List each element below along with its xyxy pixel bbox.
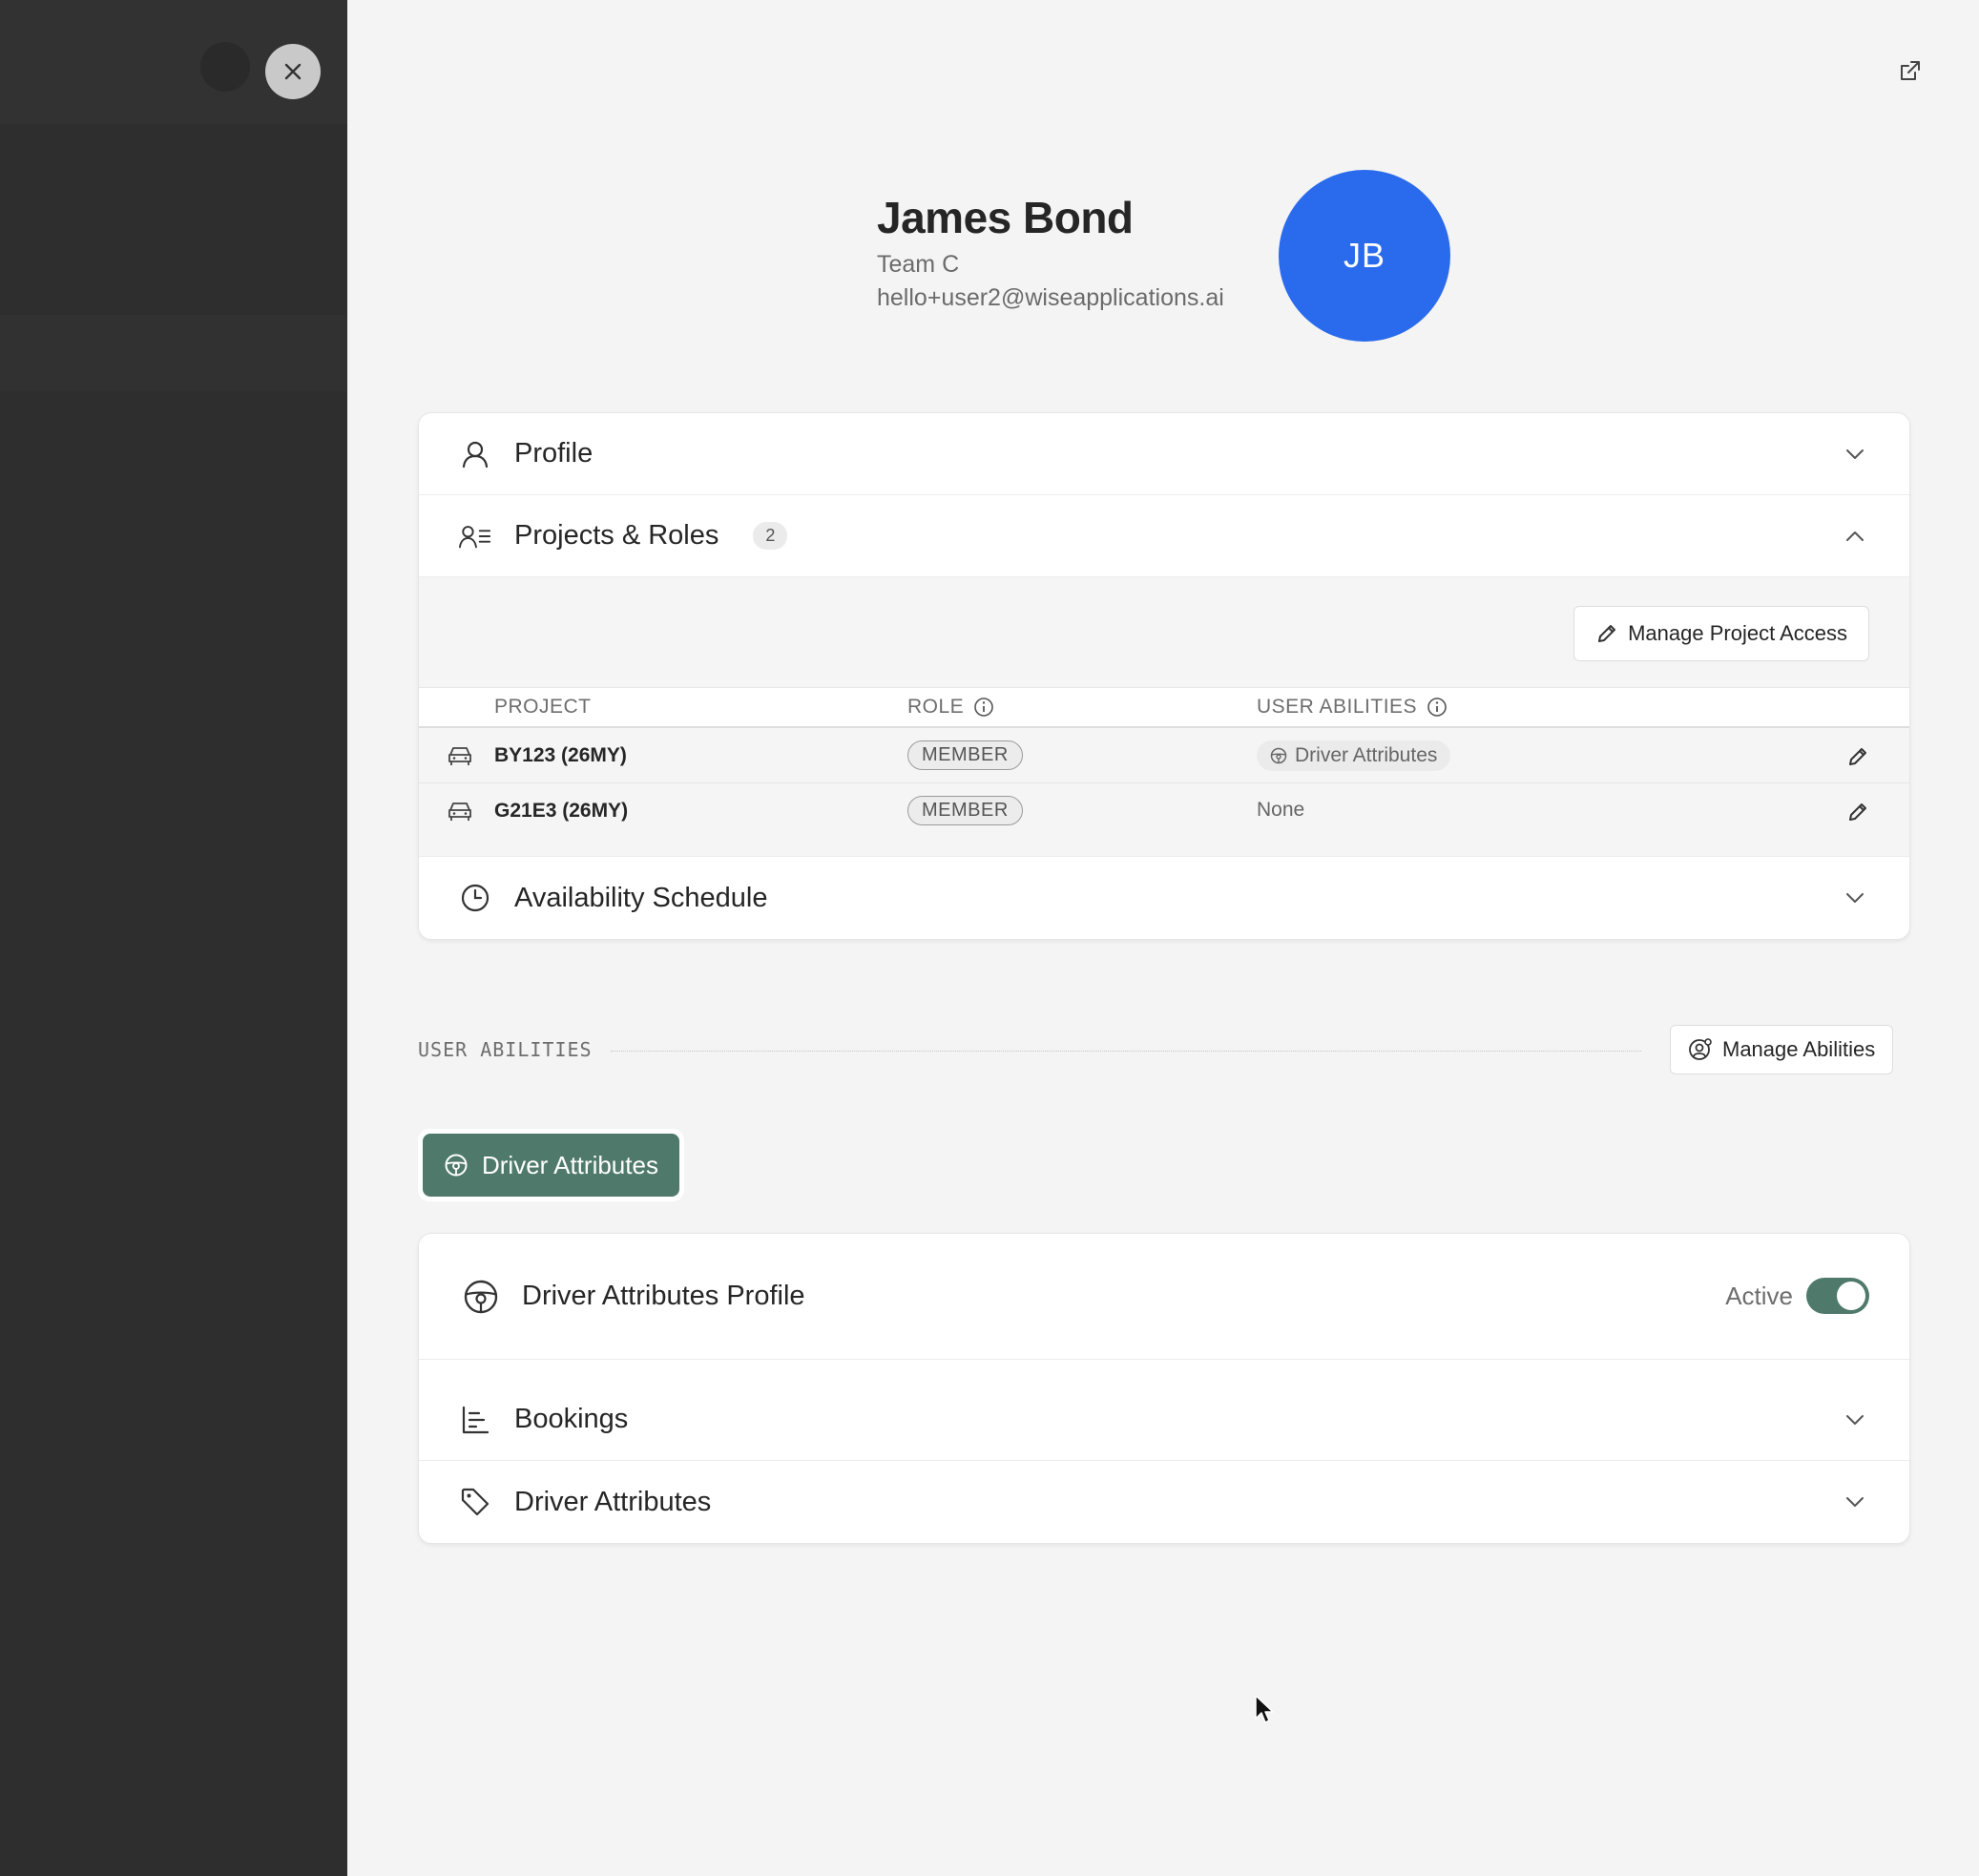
- info-icon[interactable]: [973, 697, 994, 718]
- open-external-button[interactable]: [1893, 53, 1927, 88]
- projects-table-body: BY123 (26MY) MEMBER Driver Attributes G2…: [419, 728, 1909, 856]
- user-accordion-card: Profile Projects & Roles 2 Manage Projec…: [418, 412, 1910, 940]
- pencil-icon: [1595, 622, 1618, 645]
- info-icon[interactable]: [1427, 697, 1448, 718]
- backdrop-icon: [200, 42, 250, 92]
- accordion-driver-attributes[interactable]: Driver Attributes: [419, 1461, 1909, 1543]
- accordion-schedule-title: Availability Schedule: [514, 882, 768, 913]
- accordion-projects[interactable]: Projects & Roles 2: [419, 495, 1909, 577]
- user-detail-drawer: James Bond Team C hello+user2@wiseapplic…: [347, 0, 1979, 1876]
- accordion-bookings[interactable]: Bookings: [419, 1379, 1909, 1461]
- card-spacer: [419, 1360, 1909, 1379]
- column-role-label: ROLE: [907, 696, 965, 718]
- pencil-icon: [1846, 801, 1869, 823]
- accordion-schedule[interactable]: Availability Schedule: [419, 857, 1909, 939]
- pencil-icon: [1846, 745, 1869, 768]
- column-abilities-label: USER ABILITIES: [1257, 696, 1418, 718]
- edit-row-button[interactable]: [1844, 743, 1871, 770]
- clock-icon: [459, 882, 491, 914]
- accordion-profile-title: Profile: [514, 438, 594, 469]
- user-name: James Bond: [877, 193, 1134, 242]
- close-drawer-button[interactable]: [265, 44, 321, 99]
- chevron-down-icon[interactable]: [1841, 884, 1869, 912]
- driver-attributes-card: Driver Attributes Profile Active Booking…: [418, 1233, 1910, 1544]
- accordion-projects-title: Projects & Roles: [514, 520, 719, 551]
- column-abilities: USER ABILITIES: [1257, 696, 1448, 719]
- chevron-down-icon[interactable]: [1841, 1488, 1869, 1516]
- tab-driver-attributes-label: Driver Attributes: [482, 1150, 658, 1179]
- ability-chip: Driver Attributes: [1257, 740, 1451, 771]
- chevron-down-icon[interactable]: [1841, 440, 1869, 469]
- steering-wheel-icon: [444, 1153, 469, 1178]
- ability-chip-label: Driver Attributes: [1295, 744, 1438, 766]
- manage-abilities-button[interactable]: Manage Abilities: [1670, 1025, 1894, 1074]
- column-role: ROLE: [907, 696, 994, 719]
- driver-profile-title: Driver Attributes Profile: [522, 1281, 805, 1311]
- user-team: Team C: [877, 251, 960, 278]
- close-icon: [282, 61, 303, 82]
- user-email: hello+user2@wiseapplications.ai: [877, 284, 1224, 311]
- user-list-icon: [459, 520, 491, 552]
- role-badge: MEMBER: [907, 796, 1023, 825]
- chart-list-icon: [459, 1404, 491, 1436]
- active-toggle-group: Active: [1725, 1278, 1869, 1314]
- tab-driver-attributes[interactable]: Driver Attributes: [423, 1134, 679, 1197]
- project-name: G21E3 (26MY): [494, 800, 629, 822]
- manage-project-access-button[interactable]: Manage Project Access: [1573, 606, 1869, 661]
- avatar: JB: [1279, 170, 1450, 342]
- car-icon: [448, 745, 472, 766]
- table-row[interactable]: BY123 (26MY) MEMBER Driver Attributes: [419, 728, 1909, 783]
- ability-none: None: [1257, 799, 1305, 821]
- column-project: PROJECT: [494, 696, 592, 718]
- steering-wheel-icon: [463, 1279, 499, 1315]
- active-toggle[interactable]: [1806, 1278, 1869, 1314]
- accordion-driver-attributes-title: Driver Attributes: [514, 1486, 712, 1517]
- accordion-profile[interactable]: Profile: [419, 413, 1909, 495]
- toggle-knob: [1837, 1282, 1865, 1310]
- backdrop-overlay[interactable]: [0, 0, 347, 1876]
- projects-toolbar: Manage Project Access: [419, 577, 1909, 688]
- tag-icon: [459, 1486, 491, 1518]
- section-divider: [611, 1051, 1641, 1052]
- abilities-tabs: Driver Attributes: [418, 1129, 684, 1201]
- manage-project-access-label: Manage Project Access: [1628, 621, 1847, 645]
- accordion-bookings-title: Bookings: [514, 1404, 629, 1434]
- table-row[interactable]: G21E3 (26MY) MEMBER None: [419, 783, 1909, 839]
- steering-wheel-icon: [1270, 747, 1287, 764]
- driver-profile-header: Driver Attributes Profile Active: [419, 1234, 1909, 1360]
- chevron-down-icon[interactable]: [1841, 1406, 1869, 1434]
- user-header: James Bond Team C hello+user2@wiseapplic…: [877, 191, 1224, 315]
- role-badge: MEMBER: [907, 740, 1023, 770]
- project-name: BY123 (26MY): [494, 744, 627, 766]
- projects-panel: Manage Project Access PROJECT ROLE USER …: [419, 577, 1909, 857]
- user-icon: [459, 438, 491, 470]
- mouse-cursor-icon: [1254, 1694, 1277, 1731]
- user-gear-icon: [1688, 1037, 1713, 1062]
- backdrop-row: [0, 315, 347, 391]
- external-link-icon: [1898, 58, 1923, 83]
- chevron-up-icon[interactable]: [1841, 522, 1869, 551]
- projects-table-header: PROJECT ROLE USER ABILITIES: [419, 688, 1909, 728]
- car-icon: [448, 801, 472, 822]
- manage-abilities-label: Manage Abilities: [1722, 1037, 1876, 1061]
- active-label: Active: [1725, 1281, 1793, 1310]
- user-abilities-section-label: USER ABILITIES: [418, 1038, 593, 1061]
- edit-row-button[interactable]: [1844, 799, 1871, 825]
- projects-count-badge: 2: [753, 522, 788, 550]
